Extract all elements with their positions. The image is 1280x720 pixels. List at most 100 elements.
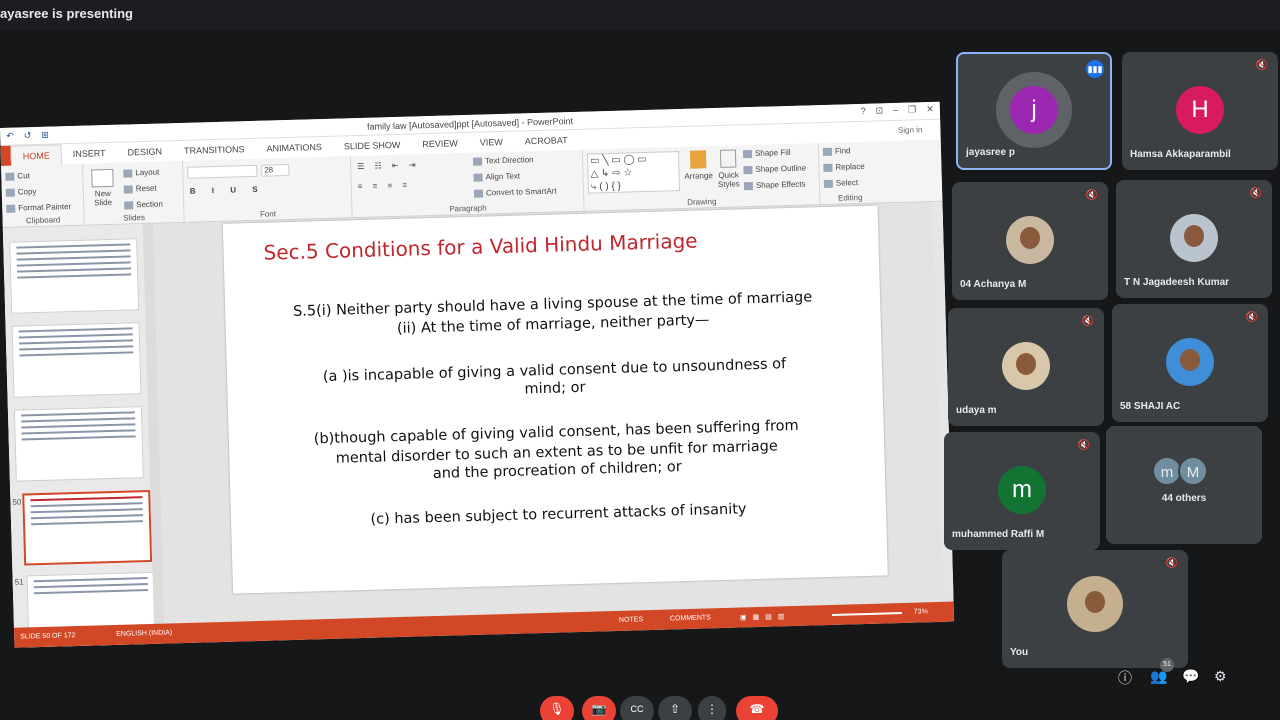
font-size-select: 28 — [261, 163, 290, 177]
participant-tile-others[interactable]: m M 44 others — [1106, 426, 1262, 544]
ppt-workspace: 50 51 Sec.5 Conditions for a Valid Hindu… — [2, 201, 954, 648]
help-icon: ? — [860, 105, 866, 116]
participant-name: T N Jagadeesh Kumar — [1124, 277, 1230, 288]
participant-tile-achanya[interactable]: 🔇 04 Achanya M — [952, 182, 1108, 300]
scissors-icon — [5, 172, 15, 181]
minimize-icon: – — [893, 104, 899, 116]
tab-view: VIEW — [479, 136, 503, 148]
editing-group: Find Replace Select Editing — [819, 141, 881, 205]
cut-button: Cut — [5, 171, 30, 181]
participant-tile-jagadeesh[interactable]: 🔇 T N Jagadeesh Kumar — [1116, 180, 1272, 298]
zoom-slider — [831, 612, 902, 616]
speaking-indicator-icon: ▮▮▮ — [1086, 60, 1104, 78]
participant-tile-shaji[interactable]: 🔇 58 SHAJI AC — [1112, 304, 1268, 422]
mic-toggle-button[interactable]: 🎙 — [540, 696, 574, 720]
notes-button: NOTES — [618, 616, 644, 624]
slide-thumbnail — [13, 406, 144, 482]
text-direction-button: Text Direction — [473, 155, 534, 166]
mic-off-icon: 🔇 — [1081, 316, 1094, 327]
people-button[interactable]: 👥 — [1150, 668, 1167, 685]
tab-file — [0, 145, 12, 166]
face-icon — [1085, 591, 1105, 613]
reset-icon — [123, 185, 133, 194]
pen-icon — [743, 165, 753, 175]
others-avatars: m M — [1152, 456, 1208, 486]
align-text-button: Align Text — [473, 171, 520, 182]
participant-tile-muhammed[interactable]: m 🔇 muhammed Raffi M — [944, 432, 1100, 550]
avatar-photo — [1006, 216, 1054, 264]
cursor-icon — [823, 179, 833, 188]
slide-title: Sec.5 Conditions for a Valid Hindu Marri… — [263, 228, 698, 265]
font-name-select — [187, 164, 258, 179]
meeting-top-bar: ayasree is presenting — [0, 0, 1280, 30]
participant-name: 04 Achanya M — [960, 279, 1027, 290]
binoculars-icon — [822, 147, 833, 156]
shape-fill-button: Shape Fill — [742, 148, 791, 159]
participant-tile-you[interactable]: 🔇 You — [1002, 550, 1188, 668]
avatar: H — [1176, 86, 1224, 134]
slide-canvas: Sec.5 Conditions for a Valid Hindu Marri… — [222, 205, 888, 594]
meeting-info-button[interactable]: ⓘ — [1118, 668, 1132, 688]
mic-off-icon: 🔇 — [1245, 312, 1258, 323]
text-direction-icon — [473, 157, 483, 166]
reset-button: Reset — [123, 184, 157, 194]
captions-button[interactable]: CC — [620, 696, 654, 720]
replace-button: Replace — [823, 162, 865, 172]
view-buttons: ▣▦▤▥ — [739, 613, 791, 622]
shape-outline-button: Shape Outline — [743, 164, 806, 175]
section-button: Section — [124, 199, 163, 210]
clipboard-group: Cut Copy Format Painter Clipboard — [1, 163, 85, 228]
font-format-buttons: B I U S — [189, 184, 265, 196]
language-indicator: ENGLISH (INDIA) — [116, 629, 173, 638]
mic-off-icon: 🔇 — [1255, 60, 1268, 71]
layout-button: Layout — [123, 168, 159, 178]
mic-off-icon: 🔇 — [1165, 558, 1178, 569]
shape-effects-button: Shape Effects — [743, 180, 806, 191]
participant-name: 44 others — [1161, 493, 1207, 504]
participant-tile-hamsa[interactable]: H 🔇 Hamsa Akkaparambil — [1122, 52, 1278, 170]
slide-thumbnail-selected — [22, 489, 153, 566]
participant-name: jayasree p — [966, 147, 1015, 158]
participant-name: Hamsa Akkaparambil — [1130, 149, 1231, 160]
copy-icon — [5, 188, 15, 197]
slide-thumbnail-pane: 50 51 — [2, 223, 164, 648]
editing-group-label: Editing — [837, 192, 863, 203]
face-icon — [1184, 225, 1204, 247]
participant-name: 58 SHAJI AC — [1120, 401, 1181, 412]
participant-tile-udaya[interactable]: 🔇 udaya m — [948, 308, 1104, 426]
slide-counter: SLIDE 50 OF 172 — [20, 632, 76, 641]
activities-button[interactable]: ⚙ — [1214, 668, 1227, 685]
drawing-group: ▭ ╲ ▭ ◯ ▭ △ ↳ ⇨ ☆ ⤷ ( ) { } Arrange Quick … — [582, 143, 821, 212]
participant-tile-jayasree[interactable]: j ▮▮▮ jayasree p — [956, 52, 1112, 170]
quick-styles-button: Quick Styles — [713, 149, 744, 189]
present-button[interactable]: ⇧ — [658, 696, 692, 720]
chat-button[interactable]: 💬 — [1182, 668, 1199, 685]
participant-name: muhammed Raffi M — [952, 529, 1045, 540]
tab-design: DESIGN — [127, 146, 163, 158]
font-group: 28 B I U S Font — [182, 156, 353, 223]
end-call-button[interactable]: ☎ — [736, 696, 778, 720]
more-options-button[interactable]: ⋮ — [698, 696, 726, 720]
layout-icon — [123, 169, 133, 178]
tab-home: HOME — [10, 143, 63, 167]
effects-icon — [743, 181, 754, 191]
avatar: j — [1010, 86, 1058, 134]
face-icon — [1180, 349, 1200, 371]
new-slide-button: New Slide — [87, 168, 118, 208]
quick-styles-icon — [719, 149, 737, 168]
avatar-photo — [1170, 214, 1218, 262]
avatar: M — [1178, 456, 1208, 486]
paragraph-group: ☰ ☷ ⇤ ⇥ ≡ ≡ ≡ ≡ Text Direction Align Tex… — [350, 149, 585, 219]
avatar: m — [998, 466, 1046, 514]
close-icon: ✕ — [926, 103, 934, 115]
avatar-photo — [1166, 338, 1214, 386]
restore-icon: ❐ — [908, 104, 917, 115]
shared-powerpoint-window: ↶ ↺ ⊞ family law [Autosaved]ppt [Autosav… — [0, 101, 955, 648]
shapes-gallery: ▭ ╲ ▭ ◯ ▭ △ ↳ ⇨ ☆ ⤷ ( ) { } — [586, 151, 681, 194]
thumbnail-scrollbar — [142, 223, 164, 624]
slides-group-label: Slides — [123, 212, 146, 223]
camera-toggle-button[interactable]: 📷 — [582, 696, 616, 720]
mic-off-icon: 🔇 — [1077, 440, 1090, 451]
window-controls: ? ⊡ – ❐ ✕ — [861, 104, 934, 117]
select-button: Select — [823, 178, 858, 188]
